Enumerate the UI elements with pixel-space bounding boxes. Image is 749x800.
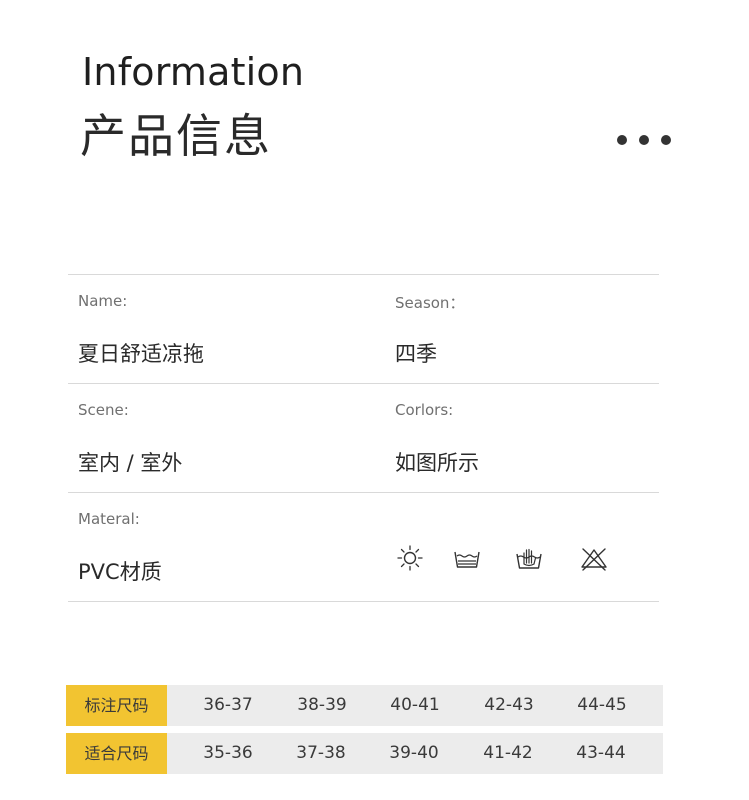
size-cell: 36-37 [203,695,253,715]
size-cell: 42-43 [484,695,534,715]
size-cell: 39-40 [389,743,439,763]
material-label: Materal: [78,510,140,528]
more-options-button[interactable] [617,134,671,146]
ellipsis-icon [617,135,627,145]
name-cell: Name: 夏日舒适凉拖 [78,275,378,383]
product-info-table: Name: 夏日舒适凉拖 Season： 四季 Scene: 室内 / 室外 C… [68,274,659,602]
info-row-material: Materal: PVC材质 [68,493,659,602]
sun-dry-icon [395,543,425,573]
size-row-header: 适合尺码 [66,733,167,774]
size-cell: 40-41 [390,695,440,715]
season-cell: Season： 四季 [395,275,655,383]
size-row-fit: 适合尺码 35-36 37-38 39-40 41-42 43-44 [66,733,663,774]
info-row-scene-colors: Scene: 室内 / 室外 Corlors: 如图所示 [68,384,659,493]
name-value: 夏日舒适凉拖 [78,342,204,366]
page-title-english: Information [82,50,305,94]
season-label: Season： [395,294,465,312]
material-value: PVC材质 [78,560,162,584]
ellipsis-icon [661,135,671,145]
ellipsis-icon [639,135,649,145]
water-wash-icon [452,543,482,573]
scene-label: Scene: [78,401,129,419]
material-cell: Materal: PVC材质 [78,493,378,601]
colors-cell: Corlors: 如图所示 [395,384,655,492]
name-label: Name: [78,292,128,310]
size-row-header: 标注尺码 [66,685,167,726]
scene-cell: Scene: 室内 / 室外 [78,384,378,492]
hand-wash-icon [514,543,544,573]
season-value: 四季 [395,342,437,366]
size-cell: 41-42 [483,743,533,763]
no-bleach-icon [579,543,609,573]
colors-value: 如图所示 [395,451,479,475]
size-cell: 44-45 [577,695,627,715]
size-cell: 43-44 [576,743,626,763]
colors-label: Corlors: [395,401,454,419]
care-icons [395,543,625,583]
size-cell: 37-38 [296,743,346,763]
size-row-labeled: 标注尺码 36-37 38-39 40-41 42-43 44-45 [66,685,663,726]
page-title-chinese: 产品信息 [80,109,272,163]
scene-value: 室内 / 室外 [78,451,183,475]
size-cell: 35-36 [203,743,253,763]
size-cell: 38-39 [297,695,347,715]
info-row-name-season: Name: 夏日舒适凉拖 Season： 四季 [68,275,659,384]
